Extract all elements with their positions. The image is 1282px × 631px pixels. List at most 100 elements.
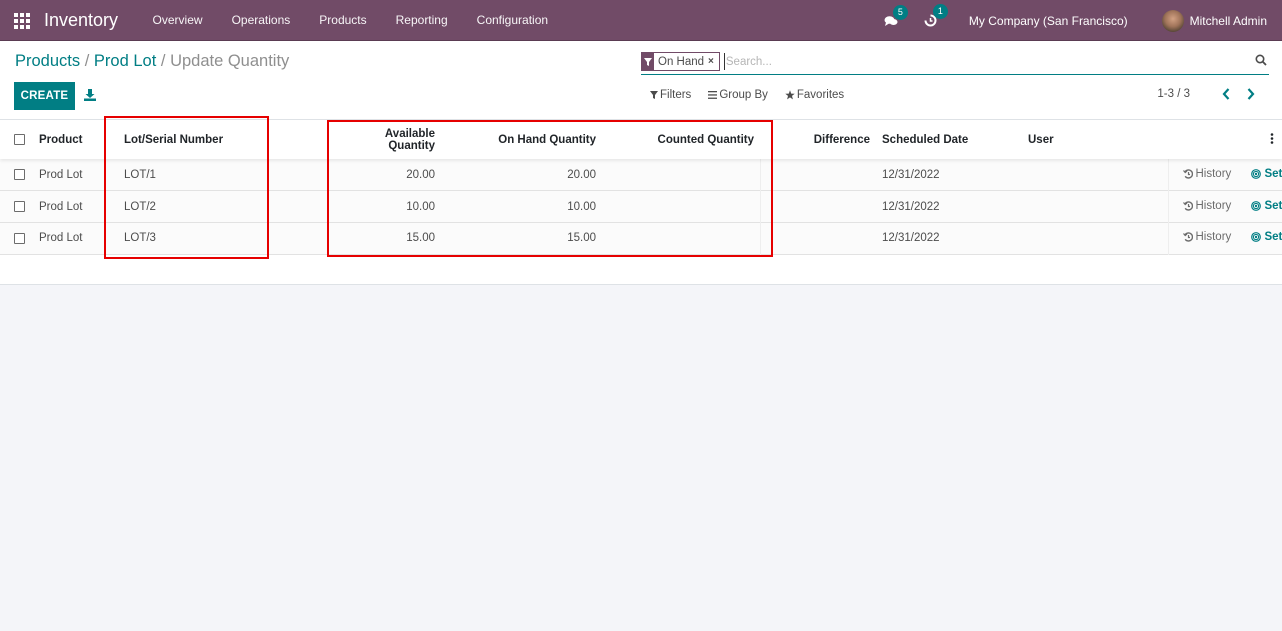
set-button[interactable]: Set (1251, 168, 1282, 180)
search-input[interactable] (723, 53, 1244, 70)
column-user[interactable]: User (1022, 120, 1168, 159)
history-icon (1182, 232, 1193, 242)
set-button[interactable]: Set (1251, 231, 1282, 243)
pager-next-button[interactable] (1247, 87, 1257, 101)
list-view: Product Lot/Serial Number Available Quan… (0, 116, 1282, 285)
favorites-dropdown[interactable]: Favorites (785, 89, 844, 101)
table-row[interactable]: Prod Lot LOT/3 15.00 15.00 12/31/2022 Hi… (0, 222, 1282, 255)
chevron-right-icon (1247, 88, 1255, 100)
cell-scheduled-date[interactable]: 12/31/2022 (876, 159, 1022, 191)
set-button[interactable]: Set (1251, 200, 1282, 212)
column-counted-quantity[interactable]: Counted Quantity (602, 120, 760, 159)
row-checkbox[interactable] (14, 169, 25, 181)
cell-user[interactable] (1022, 222, 1168, 254)
control-panel: Products / Prod Lot / Update Quantity CR… (0, 41, 1282, 120)
search-icon[interactable] (1255, 54, 1267, 66)
cell-user[interactable] (1022, 159, 1168, 191)
apps-menu-icon[interactable] (14, 13, 30, 29)
optional-columns-toggle[interactable] (1228, 120, 1282, 159)
cell-lot[interactable]: LOT/3 (118, 222, 333, 254)
row-select-cell (0, 191, 33, 223)
cell-available-quantity: 20.00 (406, 168, 435, 181)
bullseye-icon (1251, 200, 1262, 211)
cell-actions: History Set (1167, 190, 1282, 223)
breadcrumb-prod-lot[interactable]: Prod Lot (94, 52, 156, 70)
breadcrumb-separator: / (84, 52, 90, 70)
avatar (1161, 9, 1184, 32)
menu-products[interactable]: Products (305, 13, 381, 27)
table-body: Prod Lot LOT/1 20.00 20.00 12/31/2022 Hi… (0, 159, 1282, 285)
facet-remove-icon[interactable]: × (708, 56, 719, 67)
cell-on-hand-quantity: 15.00 (567, 232, 596, 245)
breadcrumb-separator: / (160, 52, 166, 70)
pager: 1-3 / 3 (1157, 87, 1257, 101)
history-icon (1182, 200, 1193, 211)
column-scheduled-date[interactable]: Scheduled Date (876, 120, 1022, 159)
column-lot[interactable]: Lot/Serial Number (118, 120, 333, 159)
bullseye-icon (1251, 168, 1262, 179)
cell-difference (759, 190, 876, 223)
groupby-dropdown[interactable]: Group By (708, 89, 768, 101)
messages-button[interactable]: 5 (884, 4, 908, 27)
empty-row (0, 254, 1282, 285)
select-all-checkbox[interactable] (14, 133, 25, 145)
company-switcher[interactable]: My Company (San Francisco) (969, 14, 1128, 28)
cell-product[interactable]: Prod Lot (33, 222, 118, 254)
chevron-left-icon (1222, 88, 1230, 100)
history-label: History (1195, 199, 1232, 212)
user-menu[interactable]: Mitchell Admin (1161, 9, 1267, 32)
user-name: Mitchell Admin (1189, 13, 1267, 28)
column-product[interactable]: Product (33, 120, 118, 159)
menu-configuration[interactable]: Configuration (462, 13, 562, 27)
cell-user[interactable] (1022, 191, 1168, 223)
cell-counted-quantity[interactable] (602, 159, 760, 191)
breadcrumb-products[interactable]: Products (15, 52, 80, 70)
breadcrumb-current: Update Quantity (170, 52, 290, 70)
cell-product[interactable]: Prod Lot (33, 191, 118, 223)
cell-counted-quantity[interactable] (602, 222, 760, 254)
activities-count-badge: 1 (932, 4, 948, 19)
cell-lot[interactable]: LOT/2 (118, 191, 333, 223)
row-checkbox[interactable] (14, 232, 25, 244)
cell-product[interactable]: Prod Lot (33, 159, 118, 191)
pager-value[interactable]: 1-3 / 3 (1157, 88, 1190, 100)
create-button[interactable]: CREATE (14, 82, 75, 110)
column-difference[interactable]: Difference (760, 120, 876, 159)
row-checkbox[interactable] (14, 201, 25, 212)
download-icon[interactable] (83, 88, 97, 102)
cell-on-hand-quantity: 10.00 (567, 200, 596, 213)
menu-operations[interactable]: Operations (217, 13, 305, 27)
column-on-hand-quantity[interactable]: On Hand Quantity (441, 120, 602, 159)
app-name[interactable]: Inventory (44, 10, 118, 31)
messages-count-badge: 5 (892, 4, 908, 20)
table-row[interactable]: Prod Lot LOT/1 20.00 20.00 12/31/2022 Hi… (0, 159, 1282, 191)
history-button[interactable]: History (1182, 231, 1231, 243)
bars-icon (708, 91, 718, 99)
cell-scheduled-date[interactable]: 12/31/2022 (876, 222, 1022, 254)
pager-previous-button[interactable] (1222, 87, 1232, 101)
cell-difference (759, 159, 876, 191)
kebab-menu-icon (1270, 132, 1274, 144)
column-available-quantity[interactable]: Available Quantity (333, 120, 441, 159)
filters-dropdown[interactable]: Filters (650, 89, 691, 101)
cell-scheduled-date[interactable]: 12/31/2022 (876, 191, 1022, 223)
empty-cell (0, 254, 1282, 284)
search-bar: On Hand × (641, 51, 1269, 75)
history-button[interactable]: History (1182, 167, 1232, 180)
cell-actions: History Set (1167, 159, 1282, 191)
filters-label: Filters (660, 89, 692, 101)
favorites-label: Favorites (796, 89, 845, 101)
menu-overview[interactable]: Overview (138, 13, 217, 27)
history-button[interactable]: History (1182, 199, 1232, 212)
cell-counted-quantity[interactable] (602, 191, 760, 223)
row-select-cell (0, 222, 33, 254)
menu-reporting[interactable]: Reporting (381, 13, 462, 27)
facet-value: On Hand (658, 55, 705, 68)
quant-table: Product Lot/Serial Number Available Quan… (0, 120, 1282, 285)
star-icon (785, 90, 795, 100)
activities-button[interactable]: 1 (924, 4, 948, 27)
history-label: History (1195, 167, 1232, 180)
search-options: Filters Group By Favorites (650, 89, 861, 101)
table-row[interactable]: Prod Lot LOT/2 10.00 10.00 12/31/2022 Hi… (0, 190, 1282, 223)
cell-lot[interactable]: LOT/1 (118, 159, 333, 191)
